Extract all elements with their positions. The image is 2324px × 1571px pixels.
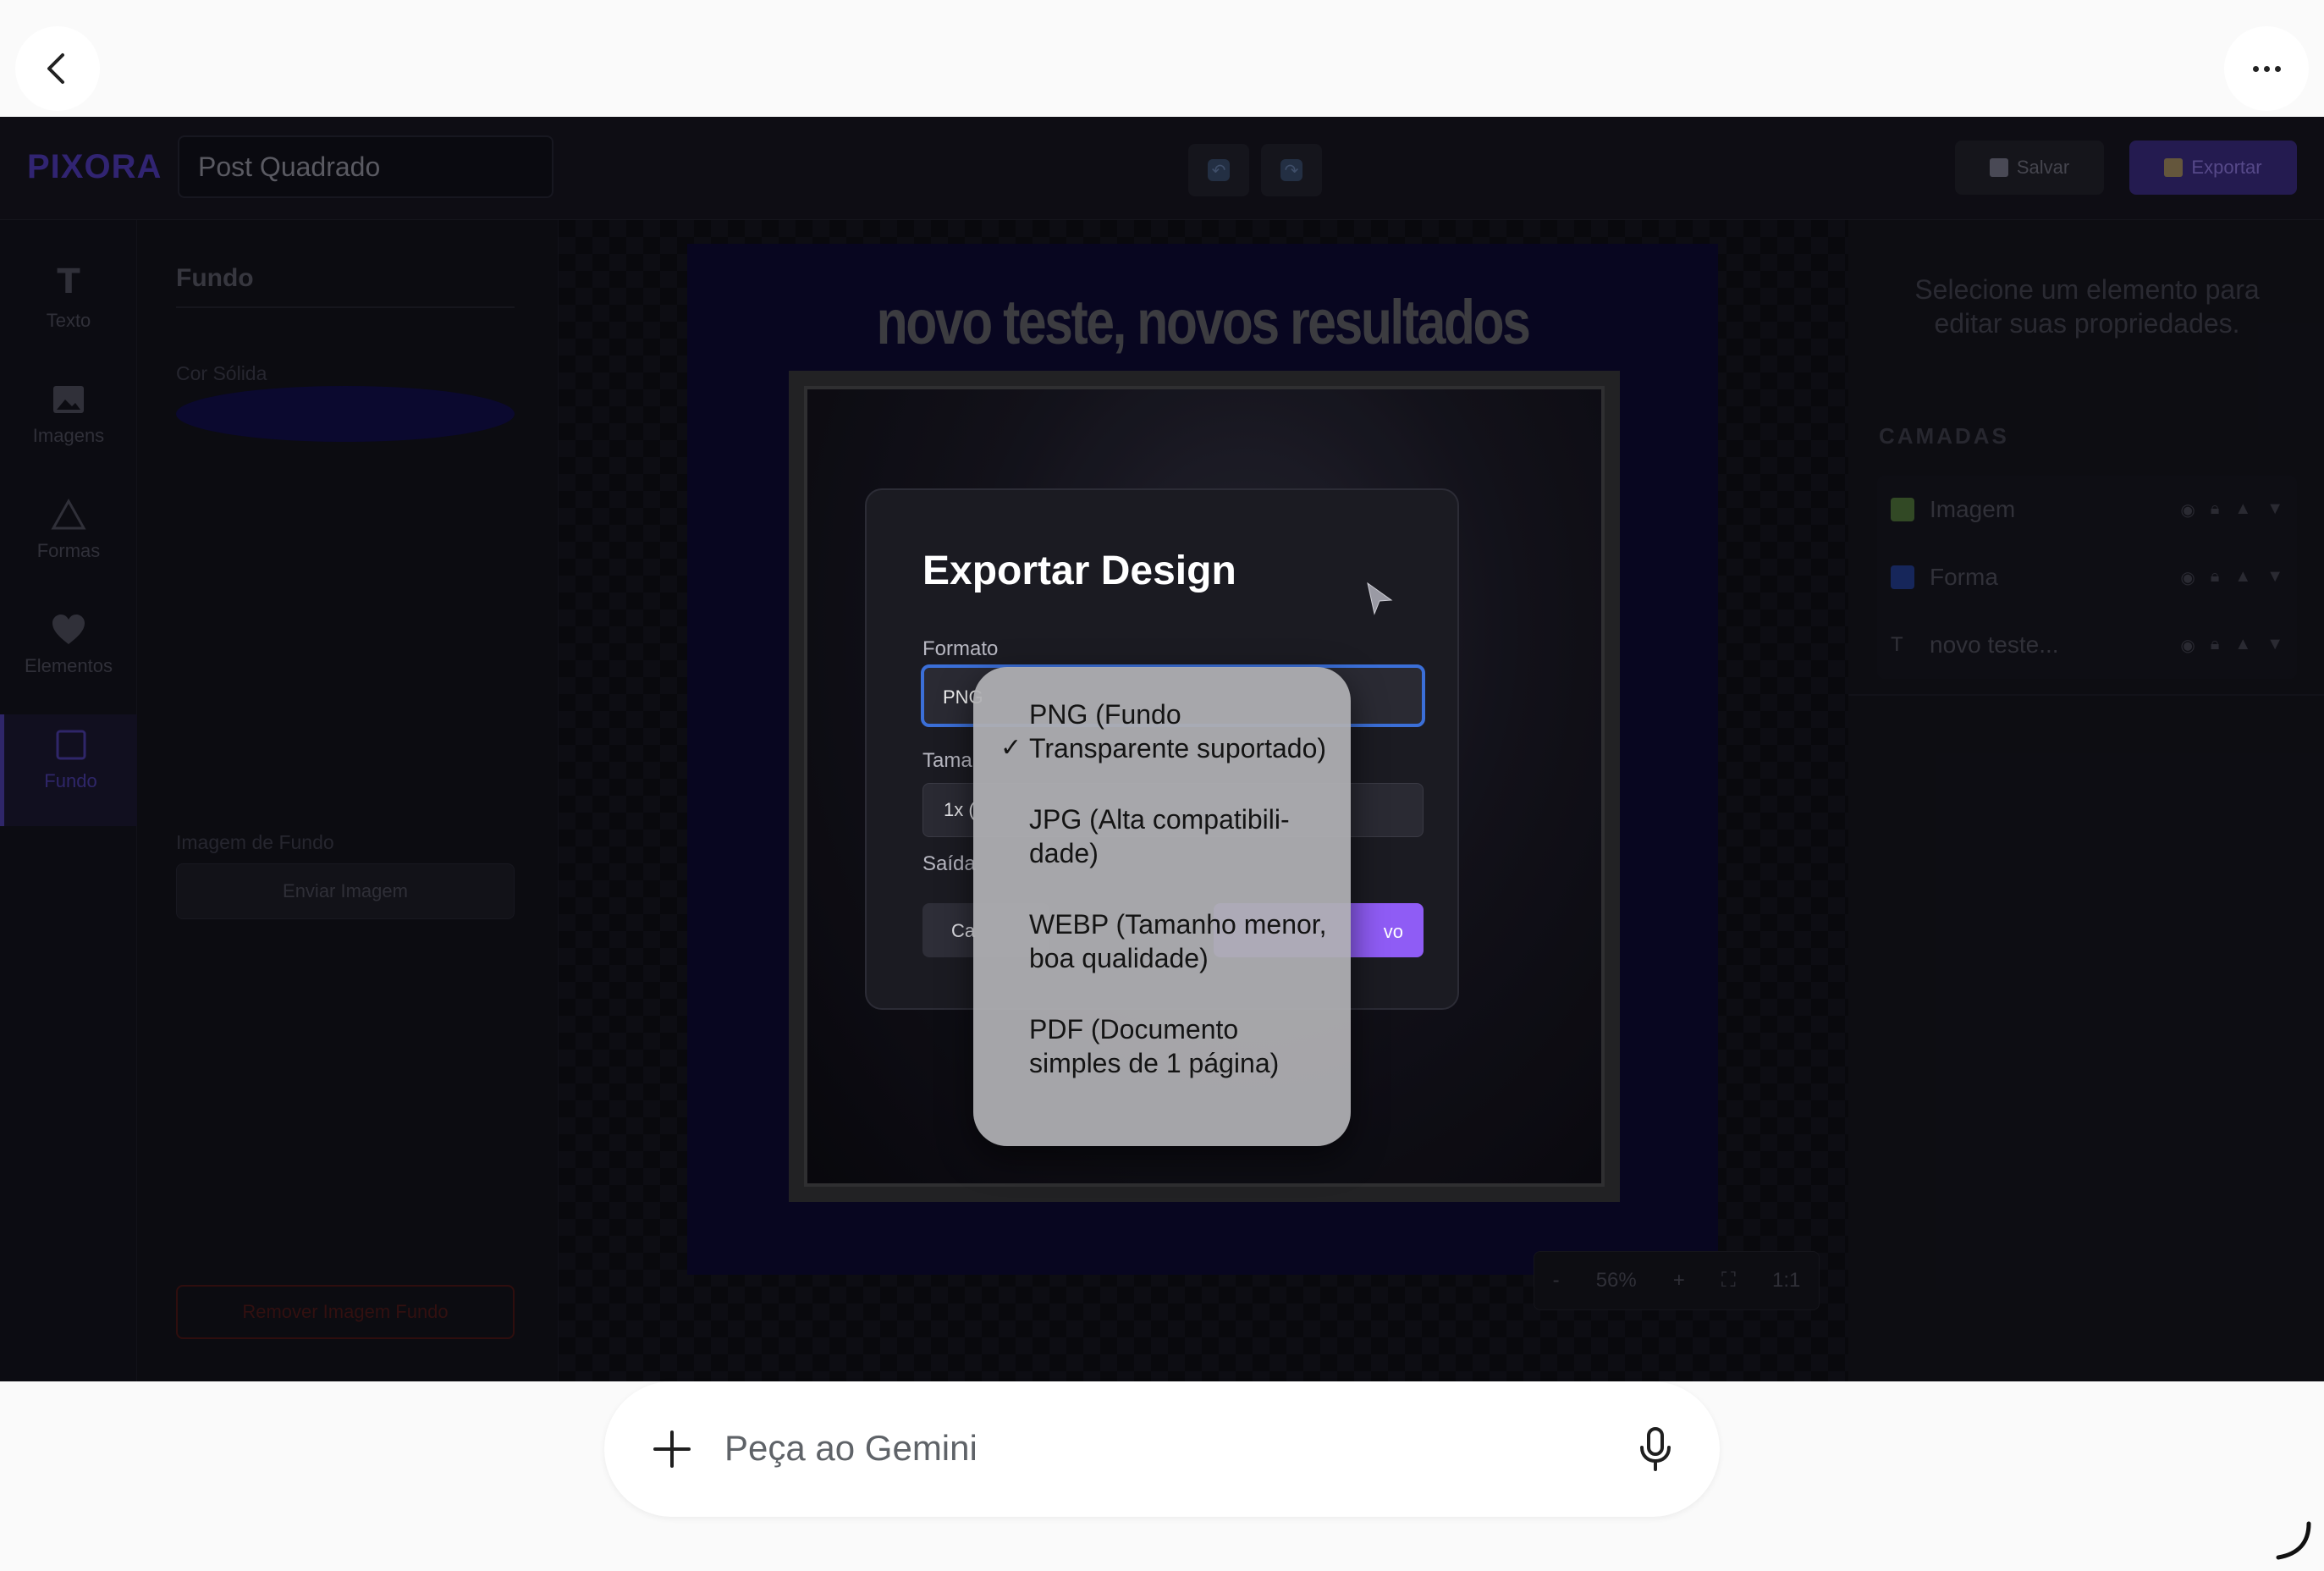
plus-icon[interactable] xyxy=(648,1425,696,1473)
option-label: JPG (Alta compatibili-dade) xyxy=(1029,804,1290,868)
assistant-placeholder: Peça ao Gemini xyxy=(724,1428,978,1468)
back-button[interactable] xyxy=(15,26,100,111)
modal-title: Exportar Design xyxy=(922,548,1236,593)
output-label: Saída xyxy=(922,852,976,875)
more-options-button[interactable] xyxy=(2224,26,2309,111)
format-dropdown-menu: ✓ PNG (Fundo Transparente suportado) JPG… xyxy=(973,667,1351,1146)
dropdown-option-webp[interactable]: WEBP (Tamanho menor, boa qualidade) xyxy=(973,907,1351,975)
more-dots-icon xyxy=(2250,61,2283,76)
microphone-icon[interactable] xyxy=(1632,1424,1679,1475)
chevron-left-icon xyxy=(47,53,64,84)
dropdown-option-pdf[interactable]: PDF (Documento simples de 1 página) xyxy=(973,1012,1351,1080)
mouse-pointer-icon xyxy=(1367,582,1393,615)
option-label: PDF (Documento simples de 1 página) xyxy=(1029,1014,1280,1078)
browser-top-bar xyxy=(0,0,2324,117)
option-label: PNG (Fundo Transparente suportado) xyxy=(1029,699,1327,763)
assistant-bar: Peça ao Gemini xyxy=(0,1381,2324,1571)
format-label: Formato xyxy=(922,637,999,660)
option-label: WEBP (Tamanho menor, boa qualidade) xyxy=(1029,909,1327,973)
size-label: Tama xyxy=(922,749,972,772)
assistant-input[interactable]: Peça ao Gemini xyxy=(604,1381,1720,1517)
dropdown-option-png[interactable]: ✓ PNG (Fundo Transparente suportado) xyxy=(973,697,1351,765)
dropdown-option-jpg[interactable]: JPG (Alta compatibili-dade) xyxy=(973,802,1351,870)
checkmark-icon: ✓ xyxy=(1000,734,1022,762)
loading-spinner-icon xyxy=(2276,1521,2311,1560)
